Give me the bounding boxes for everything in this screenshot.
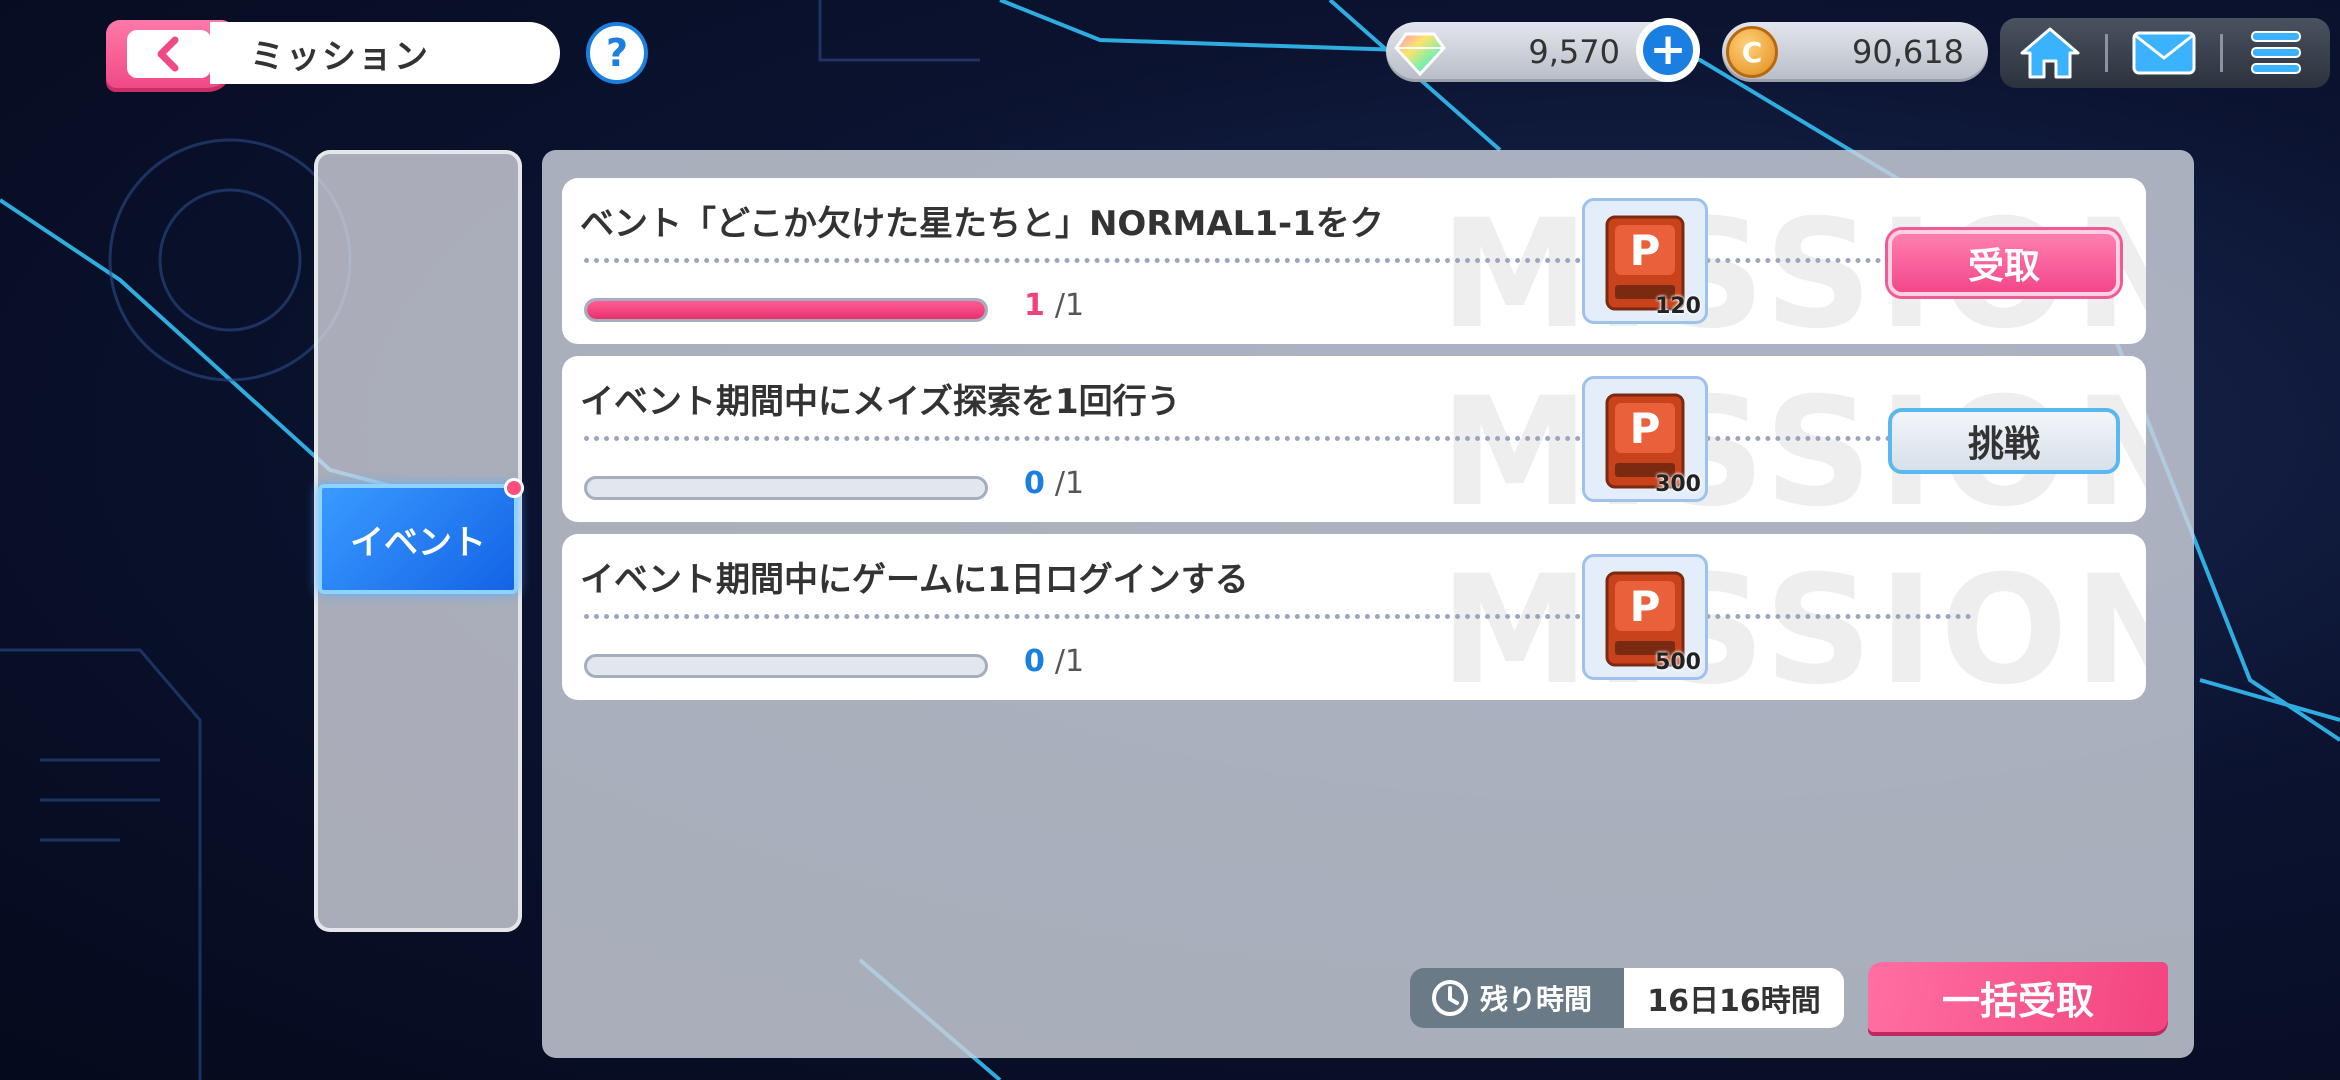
progress-bar: [584, 298, 988, 322]
challenge-button[interactable]: 挑戦: [1888, 408, 2120, 474]
home-icon: [2020, 27, 2080, 79]
svg-text:P: P: [1630, 582, 1661, 631]
mission-title: イベント期間中にゲームに1日ログインする: [580, 560, 1249, 600]
claim-button[interactable]: 受取: [1888, 230, 2120, 296]
coin-icon: C: [1726, 26, 1778, 78]
mission-title: ベント「どこか欠けた星たちと」NORMAL1-1をク: [580, 204, 1384, 244]
mail-button[interactable]: [2124, 24, 2204, 82]
gem-counter: 9,570 +: [1386, 18, 1700, 82]
reward-item[interactable]: P 500: [1582, 554, 1708, 680]
notification-dot: [504, 478, 524, 498]
menu-button[interactable]: [2236, 24, 2316, 82]
svg-text:P: P: [1630, 226, 1661, 275]
top-nav-bar: [2000, 18, 2330, 88]
plus-icon: +: [1643, 25, 1693, 75]
chevron-left-icon: [157, 36, 179, 72]
progress-text: 0/1: [1024, 466, 1085, 501]
progress-bar: [584, 476, 988, 500]
remaining-label: 残り時間: [1480, 983, 1593, 1016]
help-icon: ?: [605, 31, 629, 75]
help-button[interactable]: ?: [586, 22, 648, 84]
coin-amount: 90,618: [1852, 33, 1964, 71]
bulk-claim-button[interactable]: 一括受取: [1868, 962, 2168, 1032]
clock-icon: [1432, 980, 1468, 1016]
mission-title: イベント期間中にメイズ探索を1回行う: [580, 382, 1181, 422]
coin-counter: C 90,618: [1722, 22, 1988, 82]
progress-text: 1/1: [1024, 288, 1085, 323]
svg-text:P: P: [1630, 404, 1661, 453]
page-title: ミッション: [210, 22, 560, 84]
reward-count: 120: [1655, 294, 1701, 319]
tab-event[interactable]: イベント: [318, 484, 518, 594]
mission-row: MISSION イベント期間中にメイズ探索を1回行う 0/1 P 300 挑戦: [562, 356, 2146, 522]
remaining-time: 残り時間 16日16時間: [1410, 968, 1844, 1028]
gem-icon: [1394, 32, 1446, 77]
reward-count: 300: [1655, 472, 1701, 497]
reward-item[interactable]: P 300: [1582, 376, 1708, 502]
divider: [584, 436, 1972, 441]
divider: [584, 258, 1972, 263]
progress-bar: [584, 654, 988, 678]
divider: [584, 614, 1972, 619]
gem-amount: 9,570: [1528, 33, 1620, 71]
reward-count: 500: [1655, 650, 1701, 675]
mission-row: MISSION イベント期間中にゲームに1日ログインする 0/1 P 500: [562, 534, 2146, 700]
mission-row: MISSION ベント「どこか欠けた星たちと」NORMAL1-1をク 1/1 P…: [562, 178, 2146, 344]
hamburger-icon: [2251, 31, 2301, 74]
progress-text: 0/1: [1024, 644, 1085, 679]
home-button[interactable]: [2010, 24, 2090, 82]
mail-icon: [2132, 31, 2196, 75]
reward-item[interactable]: P 120: [1582, 198, 1708, 324]
remaining-value: 16日16時間: [1624, 968, 1844, 1028]
buy-gems-button[interactable]: +: [1636, 18, 1700, 82]
